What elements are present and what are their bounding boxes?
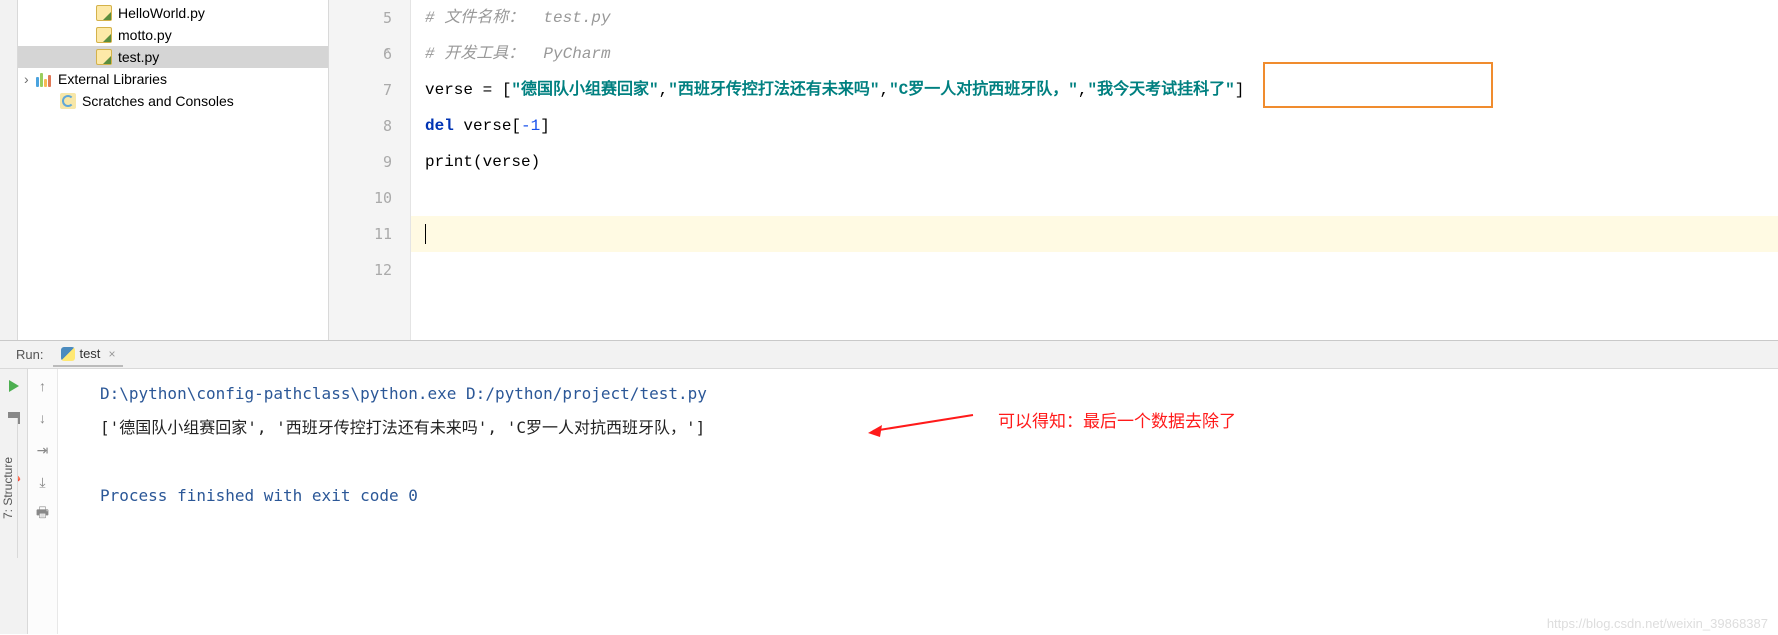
code-editor[interactable]: 5 6⌃ 7 8 9 10 11 12 # 文件名称： test.py # 开发… [328,0,1778,340]
run-tool-window: Run: test × ≡ 📌 ↑ ↓ ⇥ ⤓ 🖶 D:\python\conf… [0,340,1778,634]
console-output[interactable]: D:\python\config-pathclass\python.exe D:… [58,369,1778,634]
console-exit: Process finished with exit code 0 [100,479,1774,513]
code-line-5[interactable]: # 文件名称： test.py [411,0,1778,36]
code-line-8[interactable]: del verse[-1] [411,108,1778,144]
text-cursor [425,224,426,244]
structure-tool-tab[interactable]: 7: Structure [0,418,18,558]
code-line-12[interactable] [411,252,1778,288]
annotation-arrow [868,409,988,439]
scratches-consoles[interactable]: Scratches and Consoles [18,90,328,112]
watermark: https://blog.csdn.net/weixin_39868387 [1547,616,1768,631]
run-tab-test[interactable]: test × [53,342,123,367]
close-icon[interactable]: × [108,347,115,361]
file-motto[interactable]: motto.py [18,24,328,46]
scratches-icon [60,93,76,109]
code-line-9[interactable]: print(verse) [411,144,1778,180]
python-file-icon [96,49,112,65]
ide-left-gutter [0,0,18,340]
run-toolbar-secondary: ↑ ↓ ⇥ ⤓ 🖶 [28,369,58,634]
up-button[interactable]: ↑ [34,377,52,395]
rerun-button[interactable] [5,377,23,395]
scroll-end-button[interactable]: ⤓ [34,473,52,491]
code-line-6[interactable]: # 开发工具： PyCharm [411,36,1778,72]
run-header: Run: test × [0,341,1778,369]
python-file-icon [96,5,112,21]
run-label: Run: [16,347,43,362]
code-area[interactable]: # 文件名称： test.py # 开发工具： PyCharm verse = … [411,0,1778,340]
fold-icon[interactable]: ⌃ [384,36,390,72]
run-tab-label: test [79,346,100,361]
soft-wrap-button[interactable]: ⇥ [34,441,52,459]
file-test[interactable]: test.py [18,46,328,68]
code-line-7[interactable]: verse = ["德国队小组赛回家","西班牙传控打法还有未来吗","C罗一人… [411,72,1778,108]
python-file-icon [96,27,112,43]
console-blank [100,445,1774,479]
external-libraries[interactable]: › External Libraries [18,68,328,90]
code-line-10[interactable] [411,180,1778,216]
line-gutter: 5 6⌃ 7 8 9 10 11 12 [329,0,411,340]
structure-tab-label: 7: Structure [2,457,16,519]
python-run-icon [61,347,75,361]
file-label: test.py [118,49,159,65]
chevron-right-icon: › [24,71,34,87]
tree-label: External Libraries [58,71,167,87]
down-button[interactable]: ↓ [34,409,52,427]
annotation-text: 可以得知：最后一个数据去除了 [998,407,1236,432]
libraries-icon [36,71,52,87]
play-icon [9,380,19,392]
console-command: D:\python\config-pathclass\python.exe D:… [100,377,1774,411]
print-button[interactable]: 🖶 [34,505,52,523]
tree-label: Scratches and Consoles [82,93,234,109]
file-helloworld[interactable]: HelloWorld.py [18,2,328,24]
code-line-11[interactable] [411,216,1778,252]
project-tree[interactable]: HelloWorld.py motto.py test.py › Externa… [18,0,328,340]
file-label: HelloWorld.py [118,5,205,21]
file-label: motto.py [118,27,172,43]
